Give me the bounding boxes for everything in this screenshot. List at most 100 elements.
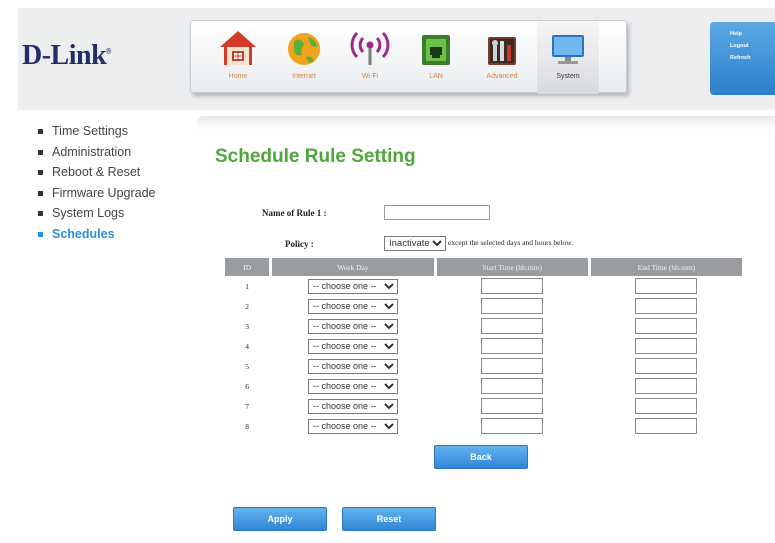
start-time-input[interactable] <box>481 338 544 354</box>
end-time-cell <box>591 356 742 376</box>
logo-text: D-Link <box>22 40 107 71</box>
table-row: 1 -- choose one -- <box>225 276 742 296</box>
end-time-input[interactable] <box>635 418 698 434</box>
table-row: 2 -- choose one -- <box>225 296 742 316</box>
week-day-select[interactable]: -- choose one -- <box>307 278 398 294</box>
end-time-input[interactable] <box>635 398 698 414</box>
end-time-input[interactable] <box>635 378 698 394</box>
nav-lan[interactable]: LAN <box>405 21 467 94</box>
nav-advanced-label: Advanced <box>486 73 518 80</box>
start-time-input[interactable] <box>481 418 544 434</box>
table-row: 4 -- choose one -- <box>225 336 742 356</box>
col-end-time: End Time (hh:mm) <box>590 258 742 276</box>
week-day-select[interactable]: -- choose one -- <box>307 418 398 434</box>
week-day-select[interactable]: -- choose one -- <box>307 358 398 374</box>
globe-icon <box>284 27 324 71</box>
start-time-input[interactable] <box>481 318 544 334</box>
nav-lan-label: LAN <box>429 73 443 80</box>
schedule-table: ID Week Day Start Time (hh:mm) End Time … <box>222 258 745 436</box>
start-time-input[interactable] <box>481 358 544 374</box>
start-time-input[interactable] <box>481 278 544 294</box>
lan-icon <box>416 27 456 71</box>
week-day-cell: -- choose one -- <box>272 416 433 436</box>
end-time-cell <box>591 276 742 296</box>
row-id: 6 <box>245 381 250 391</box>
week-day-select[interactable]: -- choose one -- <box>307 378 398 394</box>
logo-registered-mark: ® <box>106 48 111 56</box>
policy-note: except the selected days and hours below… <box>448 238 574 247</box>
start-time-cell <box>437 316 588 336</box>
end-time-cell <box>591 316 742 336</box>
start-time-input[interactable] <box>481 378 544 394</box>
schedule-rows: 1 -- choose one -- 2 -- choose one -- 3 -- ch… <box>225 276 742 436</box>
nav-home[interactable]: Home <box>207 21 269 94</box>
monitor-icon <box>548 27 588 71</box>
rule-name-input[interactable] <box>384 205 490 220</box>
start-time-cell <box>437 416 588 436</box>
sidebar-item-firmware-upgrade[interactable]: Firmware Upgrade <box>38 186 156 200</box>
week-day-select[interactable]: -- choose one -- <box>307 338 398 354</box>
reset-button[interactable]: Reset <box>342 507 436 531</box>
nav-wifi[interactable]: Wi-Fi <box>339 21 401 94</box>
logout-link[interactable]: Logout <box>730 43 775 49</box>
row-id: 8 <box>245 421 250 431</box>
sidebar-item-time-settings[interactable]: Time Settings <box>38 124 156 138</box>
table-row: 7 -- choose one -- <box>225 396 742 416</box>
col-id: ID <box>225 258 270 276</box>
row-id: 3 <box>245 321 250 331</box>
week-day-cell: -- choose one -- <box>272 296 433 316</box>
week-day-cell: -- choose one -- <box>272 336 433 356</box>
start-time-input[interactable] <box>481 398 544 414</box>
sidebar-item-reboot-reset[interactable]: Reboot & Reset <box>38 165 156 179</box>
help-panel: Help Logout Refresh <box>710 22 775 95</box>
end-time-cell <box>591 376 742 396</box>
end-time-cell <box>591 296 742 316</box>
nav-internet-label: Internet <box>292 73 316 80</box>
end-time-input[interactable] <box>635 278 698 294</box>
nav-system[interactable]: System <box>537 21 599 94</box>
start-time-cell <box>437 356 588 376</box>
back-button[interactable]: Back <box>434 445 528 469</box>
rule-name-label: Name of Rule 1 : <box>262 208 327 218</box>
sidebar-item-schedules[interactable]: Schedules <box>38 227 156 241</box>
row-id: 4 <box>245 341 250 351</box>
end-time-input[interactable] <box>635 298 698 314</box>
week-day-cell: -- choose one -- <box>272 396 433 416</box>
row-id: 5 <box>245 361 250 371</box>
start-time-cell <box>437 336 588 356</box>
page-title: Schedule Rule Setting <box>215 146 416 167</box>
end-time-input[interactable] <box>635 318 698 334</box>
home-icon <box>218 27 258 71</box>
start-time-cell <box>437 396 588 416</box>
start-time-input[interactable] <box>481 298 544 314</box>
week-day-cell: -- choose one -- <box>272 356 433 376</box>
sidebar-item-administration[interactable]: Administration <box>38 145 156 159</box>
start-time-cell <box>437 276 588 296</box>
table-row: 8 -- choose one -- <box>225 416 742 436</box>
end-time-input[interactable] <box>635 358 698 374</box>
row-id: 2 <box>245 301 250 311</box>
policy-select[interactable]: Inactivate <box>384 236 446 251</box>
week-day-cell: -- choose one -- <box>272 376 433 396</box>
nav-internet[interactable]: Internet <box>273 21 335 94</box>
sidebar: Time Settings Administration Reboot & Re… <box>38 124 156 247</box>
week-day-select[interactable]: -- choose one -- <box>307 298 398 314</box>
end-time-cell <box>591 336 742 356</box>
refresh-link[interactable]: Refresh <box>730 55 775 61</box>
table-header-row: ID Week Day Start Time (hh:mm) End Time … <box>225 258 742 276</box>
apply-button[interactable]: Apply <box>233 507 327 531</box>
sidebar-item-system-logs[interactable]: System Logs <box>38 206 156 220</box>
week-day-select[interactable]: -- choose one -- <box>307 318 398 334</box>
week-day-select[interactable]: -- choose one -- <box>307 398 398 414</box>
tools-icon <box>482 27 522 71</box>
col-week-day: Week Day <box>272 258 434 276</box>
nav-system-label: System <box>556 73 580 80</box>
nav-home-label: Home <box>228 73 248 80</box>
nav-advanced[interactable]: Advanced <box>471 21 533 94</box>
table-row: 5 -- choose one -- <box>225 356 742 376</box>
end-time-input[interactable] <box>635 338 698 354</box>
help-link[interactable]: Help <box>730 31 775 37</box>
row-id: 1 <box>245 281 250 291</box>
main-nav: Home Internet Wi-Fi LAN Advanced System <box>190 20 627 94</box>
week-day-cell: -- choose one -- <box>272 276 433 296</box>
